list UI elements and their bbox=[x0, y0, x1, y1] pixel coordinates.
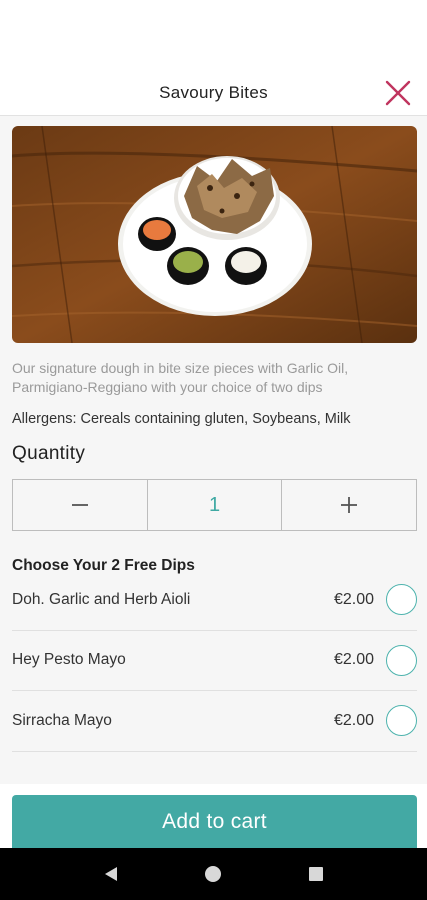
dip-price: €2.00 bbox=[333, 590, 374, 608]
dip-radio-button[interactable] bbox=[386, 584, 417, 616]
product-content: Our signature dough in bite size pieces … bbox=[0, 116, 427, 784]
recents-square-icon bbox=[308, 867, 323, 881]
decrease-quantity-button[interactable] bbox=[13, 480, 148, 530]
plus-icon bbox=[341, 497, 358, 513]
status-bar bbox=[0, 0, 427, 70]
dip-name: Doh. Garlic and Herb Aioli bbox=[12, 590, 191, 608]
dip-radio-button[interactable] bbox=[386, 705, 417, 737]
dip-name: Hey Pesto Mayo bbox=[12, 651, 126, 669]
home-circle-icon bbox=[205, 866, 222, 882]
product-image bbox=[12, 126, 417, 343]
close-button[interactable] bbox=[383, 78, 413, 108]
dip-options-list: Doh. Garlic and Herb Aioli €2.00 Hey Pes… bbox=[12, 570, 417, 752]
bottom-action-area: Add to cart bbox=[0, 784, 427, 848]
dip-price: €2.00 bbox=[333, 651, 374, 669]
dip-price: €2.00 bbox=[333, 711, 374, 729]
quantity-label: Quantity bbox=[12, 443, 86, 464]
dip-option[interactable]: Doh. Garlic and Herb Aioli €2.00 bbox=[12, 570, 417, 631]
increase-quantity-button[interactable] bbox=[282, 480, 416, 530]
back-triangle-icon bbox=[105, 867, 118, 881]
nav-back-button[interactable] bbox=[96, 859, 126, 889]
allergens-text: Allergens: Cereals containing gluten, So… bbox=[12, 411, 351, 427]
quantity-value[interactable]: 1 bbox=[148, 480, 283, 530]
add-to-cart-button[interactable]: Add to cart bbox=[12, 795, 417, 848]
dip-name: Sirracha Mayo bbox=[12, 711, 112, 729]
close-icon bbox=[385, 80, 411, 106]
dip-option[interactable]: Sirracha Mayo €2.00 bbox=[12, 691, 417, 752]
dip-radio-button[interactable] bbox=[386, 644, 417, 676]
modal-header: Savoury Bites bbox=[0, 70, 427, 116]
nav-recents-button[interactable] bbox=[301, 859, 331, 889]
minus-icon bbox=[71, 504, 88, 506]
nav-home-button[interactable] bbox=[198, 859, 228, 889]
android-nav-bar bbox=[0, 848, 427, 900]
quantity-stepper: 1 bbox=[12, 479, 417, 531]
product-description: Our signature dough in bite size pieces … bbox=[12, 360, 349, 395]
dip-option[interactable]: Hey Pesto Mayo €2.00 bbox=[12, 631, 417, 691]
page-title: Savoury Bites bbox=[159, 82, 268, 102]
